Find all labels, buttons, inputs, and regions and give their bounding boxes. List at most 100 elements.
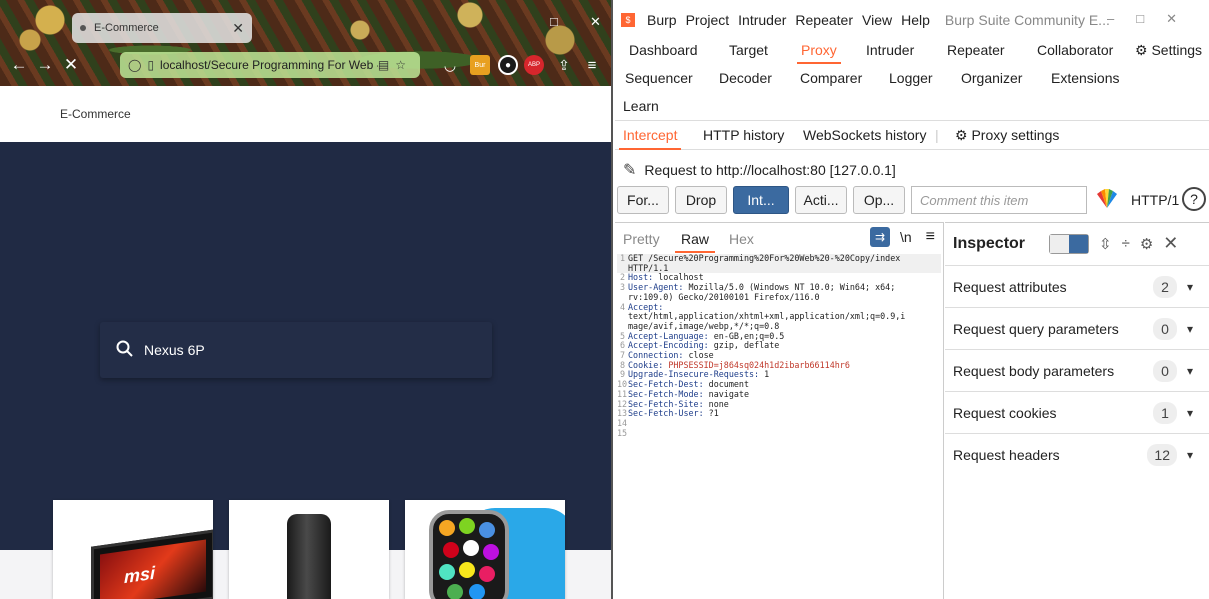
action-button[interactable]: Acti... xyxy=(795,186,847,214)
shield-icon[interactable]: ◯ xyxy=(128,58,141,72)
section-headers[interactable]: Request headers 12 ▾ xyxy=(945,433,1209,475)
menu-help[interactable]: Help xyxy=(901,12,930,28)
tab-hex[interactable]: Hex xyxy=(729,231,754,247)
line-number: 1 xyxy=(619,253,625,263)
header-value: GET /Secure%20Programming%20For%20Web%20… xyxy=(628,253,901,263)
request-line-continuation[interactable]: rv:109.0) Gecko/20100101 Firefox/116.0 xyxy=(617,292,941,303)
help-icon[interactable]: ? xyxy=(1182,187,1206,211)
close-inspector-icon[interactable]: ✕ xyxy=(1163,233,1178,254)
tab-comparer[interactable]: Comparer xyxy=(800,70,862,86)
burp-extension-icon[interactable]: Bur xyxy=(470,55,490,75)
chevron-down-icon: ▾ xyxy=(1187,321,1194,336)
request-line[interactable]: 13Sec-Fetch-User: ?1 xyxy=(617,408,941,419)
section-query-parameters[interactable]: Request query parameters 0 ▾ xyxy=(945,307,1209,349)
drop-button[interactable]: Drop xyxy=(675,186,727,214)
open-browser-button[interactable]: Op... xyxy=(853,186,905,214)
tab-close-icon[interactable]: ✕ xyxy=(232,20,244,37)
request-line[interactable]: 14 xyxy=(617,418,941,429)
raw-request-text[interactable]: 1 GET /Secure%20Programming%20For%20Web%2… xyxy=(617,253,941,439)
tab-extensions[interactable]: Extensions xyxy=(1051,70,1119,86)
minimize-icon[interactable]: □ xyxy=(550,14,558,29)
tab-target[interactable]: Target xyxy=(729,42,768,58)
back-icon[interactable]: ← xyxy=(6,55,32,75)
expand-all-icon[interactable]: ⇳ xyxy=(1099,235,1112,253)
menu-view[interactable]: View xyxy=(862,12,892,28)
header-name: Cookie: xyxy=(628,359,664,370)
search-value[interactable]: Nexus 6P xyxy=(144,342,205,358)
share-icon[interactable]: ⇪ xyxy=(554,55,574,75)
request-line[interactable]: 15 xyxy=(617,428,941,439)
section-label: Request query parameters xyxy=(953,320,1119,337)
pocket-icon[interactable]: ◡ xyxy=(440,55,460,75)
header-name: Sec-Fetch-Mode: xyxy=(628,388,704,399)
section-count: 12 xyxy=(1147,443,1177,466)
tab-raw[interactable]: Raw xyxy=(674,231,716,253)
tab-sequencer[interactable]: Sequencer xyxy=(625,70,693,86)
header-value: none xyxy=(703,398,729,409)
highlight-color-icon[interactable] xyxy=(1095,188,1119,215)
tab-organizer[interactable]: Organizer xyxy=(961,70,1022,86)
tab-repeater[interactable]: Repeater xyxy=(947,42,1005,58)
request-editor: Pretty Raw Hex ⇉ \n ≡ 1 GET /Secure%20Pro… xyxy=(615,222,944,599)
menu-repeater[interactable]: Repeater xyxy=(795,12,853,28)
url-bar[interactable]: ◯ ▯ localhost/Secure Programming For Web… xyxy=(120,52,420,78)
product-search[interactable]: Nexus 6P xyxy=(100,322,492,378)
tab-title: E-Commerce xyxy=(94,22,159,34)
window-controls[interactable]: –□✕ xyxy=(1107,11,1199,27)
product-card-watch[interactable] xyxy=(405,500,565,599)
stop-icon[interactable]: ✕ xyxy=(58,55,84,75)
adblock-extension-label: ABP xyxy=(527,62,540,68)
site-brand[interactable]: E-Commerce xyxy=(60,107,131,121)
subtab-http-history[interactable]: HTTP history xyxy=(703,127,784,143)
header-name: Connection: xyxy=(628,350,684,361)
editor-menu-icon[interactable]: ≡ xyxy=(926,228,935,246)
subtab-intercept[interactable]: Intercept xyxy=(618,127,683,150)
tab-dashboard[interactable]: Dashboard xyxy=(629,42,698,58)
tab-settings[interactable]: ⚙ Settings xyxy=(1135,42,1202,59)
menu-project[interactable]: Project xyxy=(686,12,730,28)
section-body-parameters[interactable]: Request body parameters 0 ▾ xyxy=(945,349,1209,391)
browser-tab[interactable]: E-Commerce ✕ xyxy=(72,13,252,43)
page-icon: ▯ xyxy=(147,58,155,72)
section-cookies[interactable]: Request cookies 1 ▾ xyxy=(945,391,1209,433)
forward-button[interactable]: For... xyxy=(617,186,669,214)
tab-collaborator[interactable]: Collaborator xyxy=(1037,42,1113,58)
tab-intruder[interactable]: Intruder xyxy=(866,42,914,58)
show-newlines-icon[interactable]: \n xyxy=(900,229,912,245)
tab-proxy[interactable]: Proxy xyxy=(797,42,841,64)
menu-icon[interactable]: ≡ xyxy=(582,55,602,75)
request-target-label: Request to http://localhost:80 [127.0.0.… xyxy=(644,162,896,178)
subtab-proxy-settings[interactable]: ⚙ Proxy settings xyxy=(955,127,1059,144)
editor-tools: ⇉ \n ≡ xyxy=(869,227,935,247)
section-request-attributes[interactable]: Request attributes 2 ▾ xyxy=(945,265,1209,307)
menu-intruder[interactable]: Intruder xyxy=(738,12,786,28)
inspector-settings-icon[interactable]: ⚙ xyxy=(1140,235,1153,253)
subtab-websockets-history[interactable]: WebSockets history xyxy=(803,127,926,143)
product-card-laptop[interactable]: msi xyxy=(53,500,213,599)
collapse-all-icon[interactable]: ÷ xyxy=(1122,235,1130,252)
section-count: 2 xyxy=(1153,275,1177,298)
chevron-down-icon: ▾ xyxy=(1187,363,1194,378)
url-text[interactable]: localhost/Secure Programming For Web - xyxy=(160,58,378,72)
adblock-extension-icon[interactable]: ABP xyxy=(524,55,544,75)
request-target: ✎ Request to http://localhost:80 [127.0.… xyxy=(623,160,896,180)
intercept-toggle-button[interactable]: Int... xyxy=(733,186,789,214)
proxy-settings-gear-icon: ⚙ xyxy=(955,127,968,143)
http-version[interactable]: HTTP/1 xyxy=(1131,192,1179,208)
tab-learn[interactable]: Learn xyxy=(623,98,659,114)
bookmark-star-icon[interactable]: ☆ xyxy=(395,58,406,72)
pencil-icon[interactable]: ✎ xyxy=(623,160,636,180)
forward-icon[interactable]: → xyxy=(32,55,58,75)
reader-view-icon[interactable]: ▤ xyxy=(378,58,389,72)
menu-burp[interactable]: Burp xyxy=(647,12,677,28)
tab-logger[interactable]: Logger xyxy=(889,70,933,86)
header-name: Sec-Fetch-Dest: xyxy=(628,379,704,390)
wrap-lines-icon[interactable]: ⇉ xyxy=(869,227,890,247)
tab-decoder[interactable]: Decoder xyxy=(719,70,772,86)
tab-pretty[interactable]: Pretty xyxy=(623,231,660,247)
close-window-icon[interactable]: ✕ xyxy=(590,14,601,30)
product-card-speaker[interactable] xyxy=(229,500,389,599)
comment-input[interactable]: Comment this item xyxy=(911,186,1087,214)
privacy-extension-icon[interactable]: ● xyxy=(498,55,518,75)
layout-toggle-icon[interactable] xyxy=(1049,233,1089,254)
